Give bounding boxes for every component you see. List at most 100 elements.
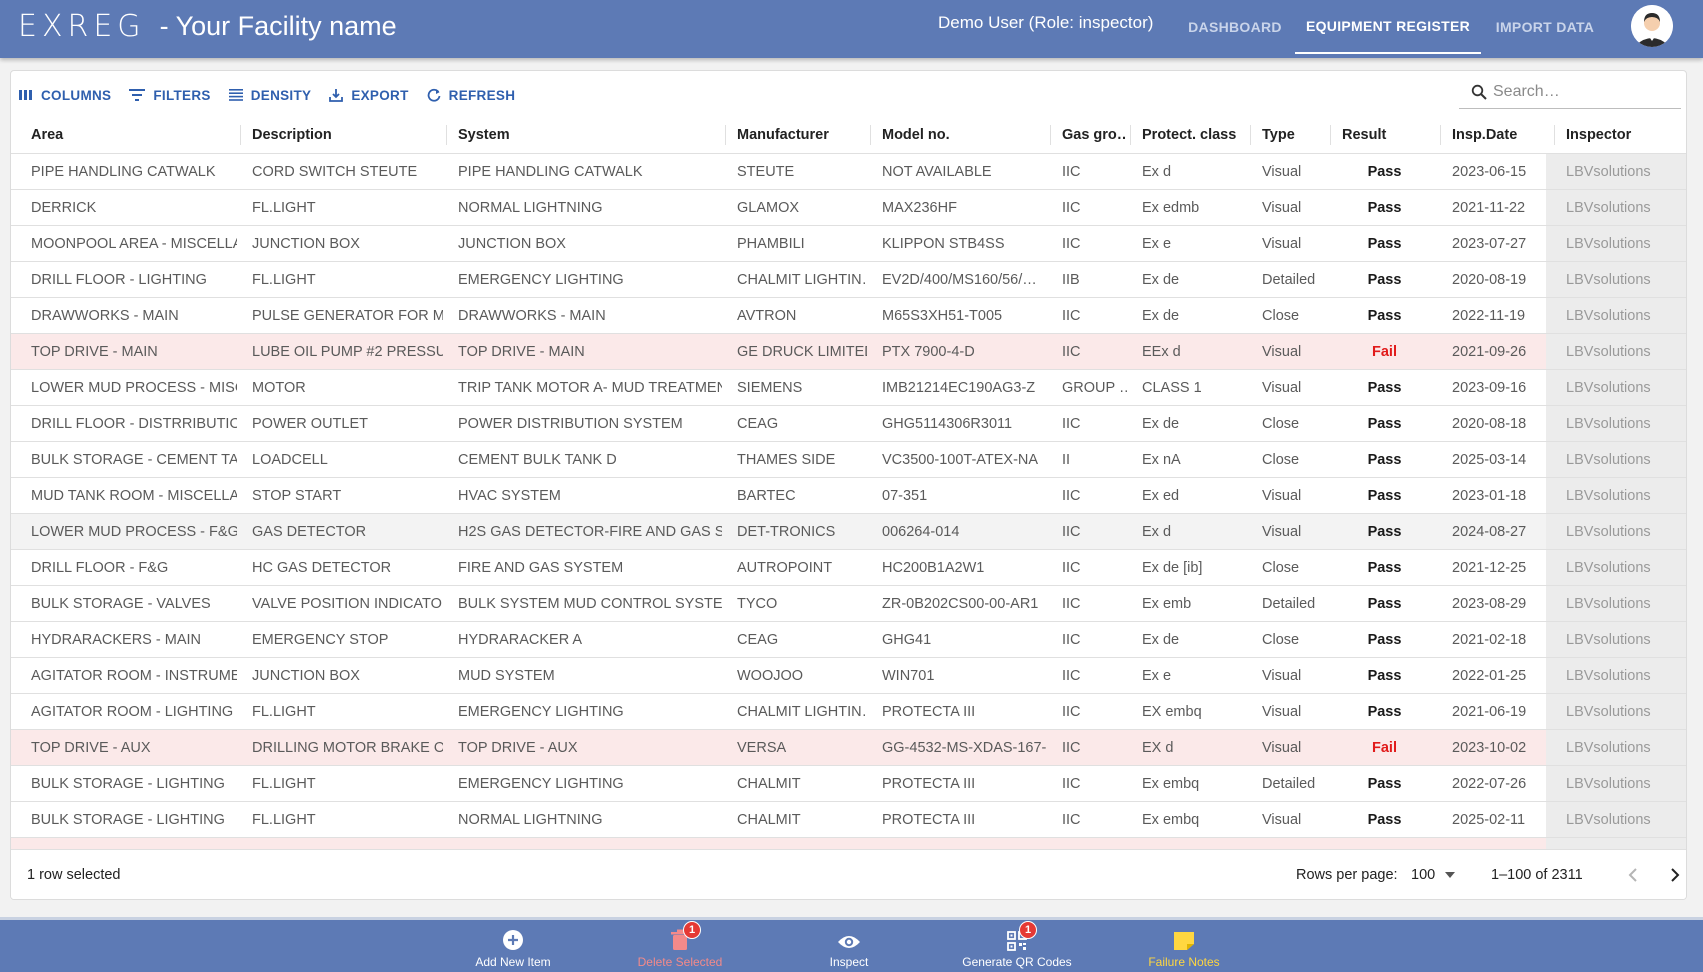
cell-model-no: PROTECTA III <box>882 703 976 720</box>
add-new-item-button[interactable]: Add New Item <box>433 923 593 969</box>
rows-per-page-select[interactable]: 100 <box>1411 867 1456 883</box>
columns-button[interactable]: COLUMNS <box>19 88 111 103</box>
column-separator[interactable] <box>870 125 871 145</box>
refresh-button[interactable]: REFRESH <box>427 88 516 103</box>
cell-result: Pass <box>1367 235 1402 252</box>
cell-area: DRILL FLOOR - DISTRRIBUTIO… <box>31 415 237 432</box>
table-row[interactable]: LOWER MUD PROCESS - MISC… MOTOR TRIP TANK … <box>11 370 1686 406</box>
cell-description: FL.LIGHT <box>252 271 316 288</box>
column-header-inspector[interactable]: Inspector <box>1556 116 1686 153</box>
next-page-button[interactable] <box>1663 864 1685 891</box>
column-header-manufacturer[interactable]: Manufacturer <box>727 116 867 153</box>
table-row[interactable]: DRILL FLOOR - LIGHTING FL.LIGHT EMERGENCY … <box>11 262 1686 298</box>
export-button[interactable]: EXPORT <box>329 88 408 103</box>
cell-system: FIRE AND GAS SYSTEM <box>448 838 722 850</box>
cell-inspector: LBVsolutions <box>1546 802 1686 837</box>
table-row[interactable]: DRAWWORKS - MAIN PULSE GENERATOR FOR M… DR… <box>11 298 1686 334</box>
cell-area: MOONPOOL AREA - MISCELLA… <box>31 235 237 252</box>
previous-page-button[interactable] <box>1623 864 1645 891</box>
cell-system: TOP DRIVE - MAIN <box>458 343 585 360</box>
table-row[interactable]: PIPE HANDLING CATWALK CORD SWITCH STEUTE P… <box>11 154 1686 190</box>
cell-insp-date: 2023-06-15 <box>1452 163 1527 180</box>
cell-model-no: 07-351 <box>882 487 928 504</box>
cell-gas-group: II <box>1062 451 1071 468</box>
table-body: PIPE HANDLING CATWALK CORD SWITCH STEUTE P… <box>11 154 1686 850</box>
cell-manufacturer: GLAMOX <box>737 199 800 216</box>
cell-model-no: VC3500-100T-ATEX-NA <box>882 451 1039 468</box>
table-row[interactable]: BULK STORAGE - CEMENT TA… LOADCELL CEMENT … <box>11 442 1686 478</box>
column-header-type[interactable]: Type <box>1252 116 1327 153</box>
cell-gas-group: IIC <box>1062 415 1081 432</box>
cell-type: Close <box>1262 451 1300 468</box>
table-row[interactable]: TOP DRIVE - MAIN LUBE OIL PUMP #2 PRESSU…… <box>11 334 1686 370</box>
cell-protect-class: Ex emb <box>1142 595 1192 612</box>
search-input[interactable] <box>1493 82 1663 101</box>
cell-description: PULSE GENERATOR FOR M… <box>252 307 443 324</box>
table-row[interactable]: BULK STORAGE - VALVES VALVE POSITION INDI… <box>11 586 1686 622</box>
cell-description: LOADCELL <box>252 451 328 468</box>
cell-protect-class: Ex e <box>1142 235 1172 252</box>
column-header-system[interactable]: System <box>448 116 722 153</box>
inspect-button[interactable]: Inspect <box>769 923 929 969</box>
cell-model-no: HC200B1A2W1 <box>882 559 985 576</box>
column-separator[interactable] <box>1050 125 1051 145</box>
cell-type: Close <box>1262 415 1300 432</box>
table-row[interactable]: V DECK JUNCTION BOX FIRE AND GAS SYSTEM WOO… <box>11 838 1686 850</box>
cell-result: Fail <box>1332 838 1437 850</box>
cell-protect-class: Ex embq <box>1142 775 1200 792</box>
cell-result: Pass <box>1367 631 1402 648</box>
density-button[interactable]: DENSITY <box>228 88 312 103</box>
column-header-model-no[interactable]: Model no. <box>872 116 1047 153</box>
table-row[interactable]: DERRICK FL.LIGHT NORMAL LIGHTNING GLAMOX MAX… <box>11 190 1686 226</box>
filters-button[interactable]: FILTERS <box>129 88 210 103</box>
nav-tab-equipment-register[interactable]: EQUIPMENT REGISTER <box>1295 0 1481 54</box>
cell-insp-date: 2022-11-19 <box>1452 307 1526 324</box>
rows-per-page-value: 100 <box>1411 867 1436 883</box>
user-role-label: Demo User (Role: inspector) <box>938 13 1154 32</box>
cell-area: DRAWWORKS - MAIN <box>31 307 179 324</box>
cell-insp-date: 2023-08-29 <box>1452 595 1527 612</box>
table-row[interactable]: HYDRARACKERS - MAIN EMERGENCY STOP HYDRARA… <box>11 622 1686 658</box>
grid-footer: 1 row selected Rows per page: 100 1–100 … <box>11 849 1686 899</box>
column-header-gas-group[interactable]: Gas gro… <box>1052 116 1127 153</box>
cell-model-no: PROTECTA III <box>882 811 976 828</box>
generate-qr-codes-button[interactable]: 1 Generate QR Codes <box>937 921 1097 969</box>
search-box <box>1459 75 1681 109</box>
column-separator[interactable] <box>1330 125 1331 145</box>
table-row[interactable]: TOP DRIVE - AUX DRILLING MOTOR BRAKE O… TO… <box>11 730 1686 766</box>
app-logo[interactable]: EXREG <box>18 9 146 44</box>
column-header-area[interactable]: Area <box>21 116 237 153</box>
column-header-result[interactable]: Result <box>1332 116 1437 153</box>
nav-tab-import-data[interactable]: IMPORT DATA <box>1483 0 1607 54</box>
user-avatar[interactable] <box>1631 5 1673 47</box>
column-separator[interactable] <box>1250 125 1251 145</box>
table-row[interactable]: MUD TANK ROOM - MISCELLA… STOP START HVAC … <box>11 478 1686 514</box>
cell-model-no: WIN701 <box>872 838 1047 850</box>
table-row[interactable]: AGITATOR ROOM - INSTRUME… JUNCTION BOX MUD… <box>11 658 1686 694</box>
nav-tab-dashboard[interactable]: DASHBOARD <box>1177 0 1293 54</box>
column-separator[interactable] <box>240 125 241 145</box>
cell-type: Visual <box>1262 667 1302 684</box>
table-row[interactable]: LOWER MUD PROCESS - F&G GAS DETECTOR H2S G… <box>11 514 1686 550</box>
column-separator[interactable] <box>1130 125 1131 145</box>
table-row[interactable]: BULK STORAGE - LIGHTING FL.LIGHT NORMAL LI… <box>11 802 1686 838</box>
column-separator[interactable] <box>1554 125 1555 145</box>
cell-type: Detailed <box>1262 595 1316 612</box>
table-row[interactable]: BULK STORAGE - LIGHTING FL.LIGHT EMERGENCY… <box>11 766 1686 802</box>
table-row[interactable]: MOONPOOL AREA - MISCELLA… JUNCTION BOX JUN… <box>11 226 1686 262</box>
column-separator[interactable] <box>1440 125 1441 145</box>
cell-description: JUNCTION BOX <box>242 838 443 850</box>
column-header-protect-class[interactable]: Protect. class <box>1132 116 1247 153</box>
table-row[interactable]: DRILL FLOOR - F&G HC GAS DETECTOR FIRE AND… <box>11 550 1686 586</box>
table-row[interactable]: AGITATOR ROOM - LIGHTING FL.LIGHT EMERGENC… <box>11 694 1686 730</box>
column-separator[interactable] <box>446 125 447 145</box>
chevron-right-icon <box>1671 868 1680 882</box>
cell-type: Visual <box>1262 811 1302 828</box>
delete-selected-button[interactable]: 1 Delete Selected <box>600 921 760 969</box>
column-separator[interactable] <box>725 125 726 145</box>
column-header-insp-date[interactable]: Insp.Date <box>1442 116 1552 153</box>
failure-notes-button[interactable]: Failure Notes <box>1104 923 1264 969</box>
cell-gas-group: IIC <box>1062 595 1081 612</box>
column-header-description[interactable]: Description <box>242 116 443 153</box>
table-row[interactable]: DRILL FLOOR - DISTRRIBUTIO… POWER OUTLET P… <box>11 406 1686 442</box>
